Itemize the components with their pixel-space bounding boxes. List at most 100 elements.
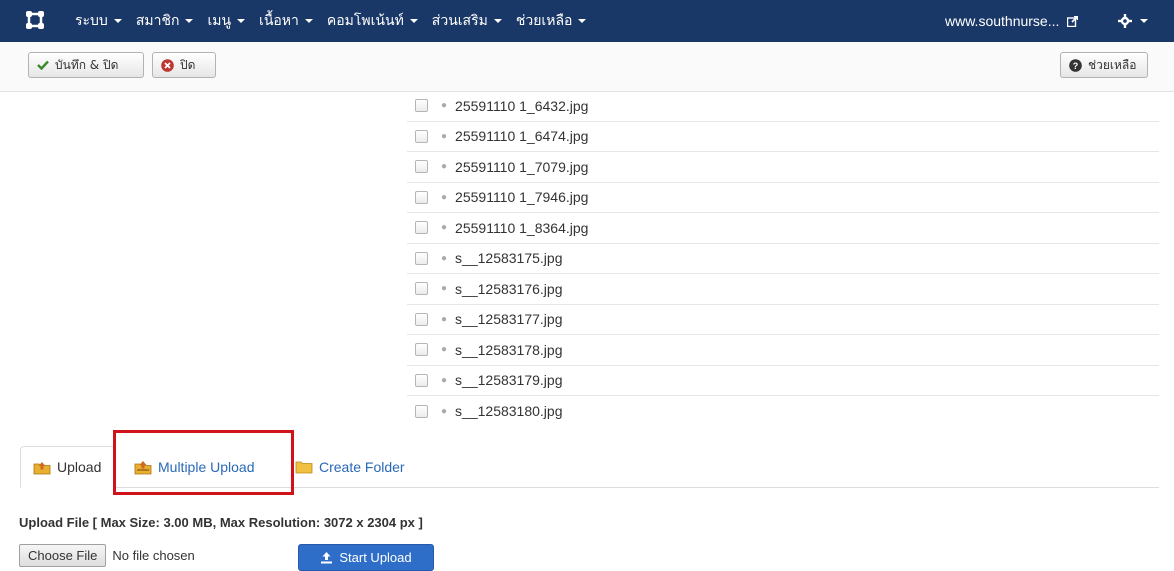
file-row[interactable]: ● s__12583175.jpg (407, 244, 1159, 274)
menu-users[interactable]: สมาชิก (136, 10, 194, 32)
menu-users-label: สมาชิก (135, 13, 180, 29)
chevron-down-icon (237, 19, 246, 23)
menu-menus-label: เมนู (207, 13, 232, 29)
upload-tabs: Upload Multiple Upload Create Folder (20, 446, 1159, 488)
chevron-down-icon (409, 19, 418, 23)
tab-upload-label: Upload (57, 459, 102, 475)
chevron-down-icon (185, 19, 194, 23)
tab-multiple-upload-label: Multiple Upload (158, 459, 255, 475)
file-row[interactable]: ● s__12583180.jpg (407, 396, 1159, 427)
bullet-icon: ● (441, 222, 448, 234)
file-checkbox[interactable] (415, 99, 428, 113)
file-row[interactable]: ● 25591110 1_6432.jpg (407, 91, 1159, 122)
file-name: 25591110 1_7079.jpg (455, 158, 589, 175)
tab-upload[interactable]: Upload (20, 446, 116, 488)
question-circle-icon: ? (1069, 58, 1082, 72)
file-name: s__12583175.jpg (455, 250, 563, 267)
site-link-label: www.southnurse... (945, 13, 1060, 29)
file-checkbox[interactable] (415, 404, 428, 418)
upload-icon (320, 551, 333, 564)
menu-system[interactable]: ระบบ (75, 10, 122, 32)
file-checkbox[interactable] (415, 343, 428, 357)
file-row[interactable]: ● s__12583177.jpg (407, 305, 1159, 335)
bullet-icon: ● (441, 252, 448, 264)
file-row[interactable]: ● s__12583179.jpg (407, 366, 1159, 396)
file-checkbox[interactable] (415, 312, 428, 326)
file-checkbox[interactable] (415, 282, 428, 296)
external-link-icon (1067, 15, 1079, 27)
help-label: ช่วยเหลือ (1088, 57, 1137, 72)
file-checkbox[interactable] (415, 373, 428, 387)
choose-file-button[interactable]: Choose File (19, 544, 107, 567)
bullet-icon: ● (441, 344, 448, 356)
bullet-icon: ● (441, 130, 448, 142)
file-name: s__12583179.jpg (455, 372, 563, 389)
no-file-text: No file chosen (112, 548, 195, 563)
bullet-icon: ● (441, 313, 448, 325)
save-close-label: บันทึก & ปิด (55, 57, 119, 72)
file-input: Choose File No file chosen (19, 543, 195, 568)
file-name: s__12583177.jpg (455, 311, 563, 328)
file-row[interactable]: ● s__12583178.jpg (407, 335, 1159, 366)
file-row[interactable]: ● 25591110 1_8364.jpg (407, 213, 1159, 244)
svg-text:?: ? (1073, 61, 1079, 71)
file-checkbox[interactable] (415, 160, 428, 174)
bullet-icon: ● (441, 405, 448, 417)
menu-help-label: ช่วยเหลือ (515, 13, 573, 29)
chevron-down-icon (113, 19, 122, 23)
bullet-icon: ● (441, 100, 448, 112)
settings-menu[interactable] (1118, 0, 1148, 42)
menu-components-label: คอมโพเน้นท์ (326, 13, 404, 29)
bullet-icon: ● (441, 374, 448, 386)
tab-create-folder-label: Create Folder (319, 459, 405, 475)
file-name: s__12583180.jpg (455, 403, 563, 420)
start-upload-button[interactable]: Start Upload (298, 544, 434, 571)
file-checkbox[interactable] (415, 221, 428, 235)
file-checkbox[interactable] (415, 190, 428, 204)
file-row[interactable]: ● 25591110 1_6474.jpg (407, 122, 1159, 152)
bullet-icon: ● (441, 191, 448, 203)
bullet-icon: ● (441, 283, 448, 295)
menu-components[interactable]: คอมโพเน้นท์ (327, 10, 418, 32)
tab-multiple-upload[interactable]: Multiple Upload (122, 446, 292, 488)
file-name: s__12583176.jpg (455, 280, 563, 297)
file-row[interactable]: ● s__12583176.jpg (407, 274, 1159, 305)
menu-content[interactable]: เนื้อหา (259, 10, 313, 32)
menu-menus[interactable]: เมนู (207, 10, 246, 32)
chevron-down-icon (493, 19, 502, 23)
save-close-button[interactable]: บันทึก & ปิด (28, 52, 144, 78)
gear-icon (1118, 14, 1132, 28)
file-checkbox[interactable] (415, 129, 428, 143)
close-circle-icon (161, 58, 174, 72)
upload-folder-icon (33, 460, 51, 475)
main-menu: ระบบ สมาชิก เมนู เนื้อหา คอมโพเน้นท์ ส่ว… (75, 0, 600, 42)
file-row[interactable]: ● 25591110 1_7079.jpg (407, 152, 1159, 183)
help-button[interactable]: ? ช่วยเหลือ (1060, 52, 1148, 78)
file-row[interactable]: ● 25591110 1_7946.jpg (407, 183, 1159, 213)
multiple-upload-icon (134, 460, 152, 475)
file-name: s__12583178.jpg (455, 341, 563, 358)
file-name: 25591110 1_7946.jpg (455, 189, 589, 206)
menu-extensions-label: ส่วนเสริม (431, 13, 488, 29)
close-label: ปิด (180, 57, 196, 72)
file-name: 25591110 1_8364.jpg (455, 219, 589, 236)
chevron-down-icon (1140, 19, 1148, 23)
folder-icon (295, 460, 313, 474)
menu-content-label: เนื้อหา (259, 13, 299, 29)
close-button[interactable]: ปิด (152, 52, 216, 78)
tab-create-folder[interactable]: Create Folder (283, 446, 423, 488)
file-name: 25591110 1_6432.jpg (455, 97, 589, 114)
upload-file-title: Upload File [ Max Size: 3.00 MB, Max Res… (19, 515, 423, 530)
start-upload-label: Start Upload (339, 550, 412, 565)
joomla-logo-icon[interactable] (24, 9, 46, 31)
menu-help[interactable]: ช่วยเหลือ (516, 10, 587, 32)
menu-extensions[interactable]: ส่วนเสริม (432, 10, 502, 32)
file-name: 25591110 1_6474.jpg (455, 128, 589, 145)
toolbar: บันทึก & ปิด ปิด ? ช่วยเหลือ (0, 42, 1174, 92)
chevron-down-icon (578, 19, 587, 23)
top-navbar: ระบบ สมาชิก เมนู เนื้อหา คอมโพเน้นท์ ส่ว… (0, 0, 1174, 42)
check-icon (37, 60, 49, 70)
chevron-down-icon (304, 19, 313, 23)
site-link[interactable]: www.southnurse... (945, 0, 1079, 42)
file-checkbox[interactable] (415, 251, 428, 265)
